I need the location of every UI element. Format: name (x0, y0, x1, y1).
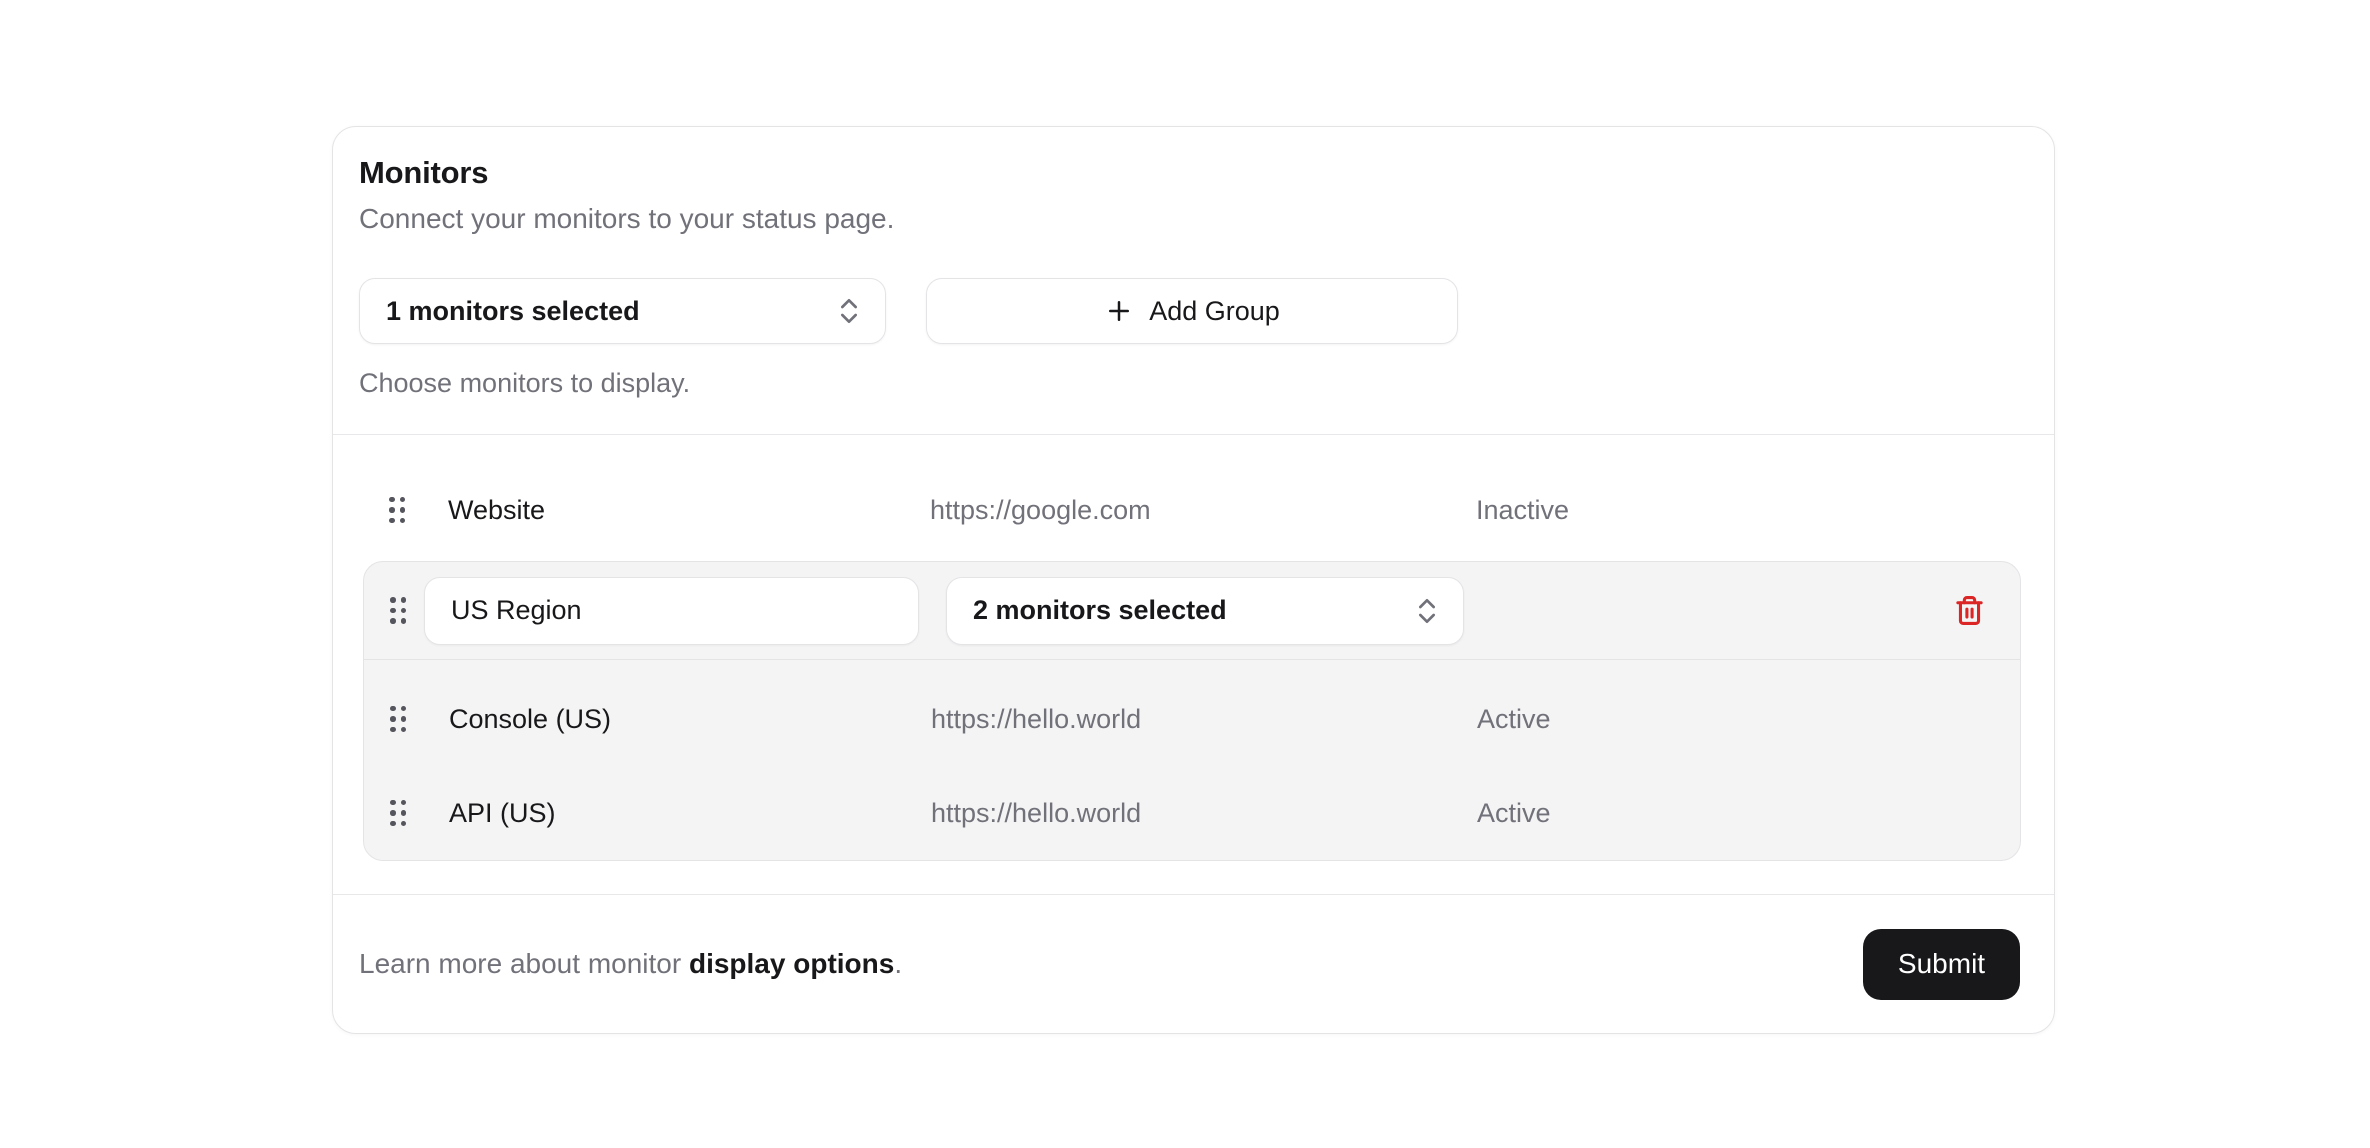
plus-icon (1104, 296, 1134, 326)
drag-handle-icon[interactable] (390, 597, 406, 624)
drag-handle-icon[interactable] (389, 497, 405, 524)
group-monitors-select[interactable]: 2 monitors selected (946, 577, 1464, 645)
monitors-select-value: 1 monitors selected (386, 296, 640, 327)
helper-text: Choose monitors to display. (359, 364, 2028, 402)
delete-group-button[interactable] (1952, 594, 1986, 628)
display-options-link[interactable]: display options (689, 948, 894, 979)
page-subtitle: Connect your monitors to your status pag… (359, 200, 2028, 238)
card-footer: Learn more about monitor display options… (333, 894, 2054, 1033)
add-group-button[interactable]: Add Group (926, 278, 1458, 344)
drag-handle-icon[interactable] (390, 800, 406, 827)
monitor-list: Website https://google.com Inactive 2 mo… (333, 435, 2054, 894)
page-title: Monitors (359, 154, 2028, 192)
monitor-row-website: Website https://google.com Inactive (363, 465, 2021, 555)
group-monitor-list: Console (US) https://hello.world Active … (364, 660, 2020, 860)
monitor-status: Active (1477, 798, 2020, 829)
monitors-select[interactable]: 1 monitors selected (359, 278, 886, 344)
monitor-group: 2 monitors selected (363, 561, 2021, 861)
monitor-name: API (US) (449, 798, 931, 829)
monitor-url: https://hello.world (931, 704, 1477, 735)
monitor-row-api-us: API (US) https://hello.world Active (364, 766, 2020, 860)
footer-text-suffix: . (894, 948, 902, 979)
group-select-value: 2 monitors selected (973, 595, 1227, 626)
card-header: Monitors Connect your monitors to your s… (333, 127, 2054, 434)
chevrons-up-down-icon (1411, 594, 1443, 628)
chevrons-up-down-icon (833, 294, 865, 328)
monitor-status: Active (1477, 704, 2020, 735)
footer-text: Learn more about monitor display options… (359, 948, 902, 980)
group-name-input[interactable] (424, 577, 919, 645)
monitor-name: Website (448, 495, 930, 526)
monitor-row-console-us: Console (US) https://hello.world Active (364, 672, 2020, 766)
monitor-status: Inactive (1476, 495, 2021, 526)
add-group-label: Add Group (1149, 296, 1280, 327)
footer-text-prefix: Learn more about monitor (359, 948, 689, 979)
monitors-card: Monitors Connect your monitors to your s… (332, 126, 2055, 1034)
drag-handle-icon[interactable] (390, 706, 406, 733)
monitor-url: https://hello.world (931, 798, 1477, 829)
monitor-name: Console (US) (449, 704, 931, 735)
monitor-url: https://google.com (930, 495, 1476, 526)
monitor-controls-row: 1 monitors selected Add Group (359, 278, 2028, 344)
group-header: 2 monitors selected (364, 562, 2020, 660)
trash-icon (1954, 595, 1985, 626)
submit-button[interactable]: Submit (1863, 929, 2020, 1000)
